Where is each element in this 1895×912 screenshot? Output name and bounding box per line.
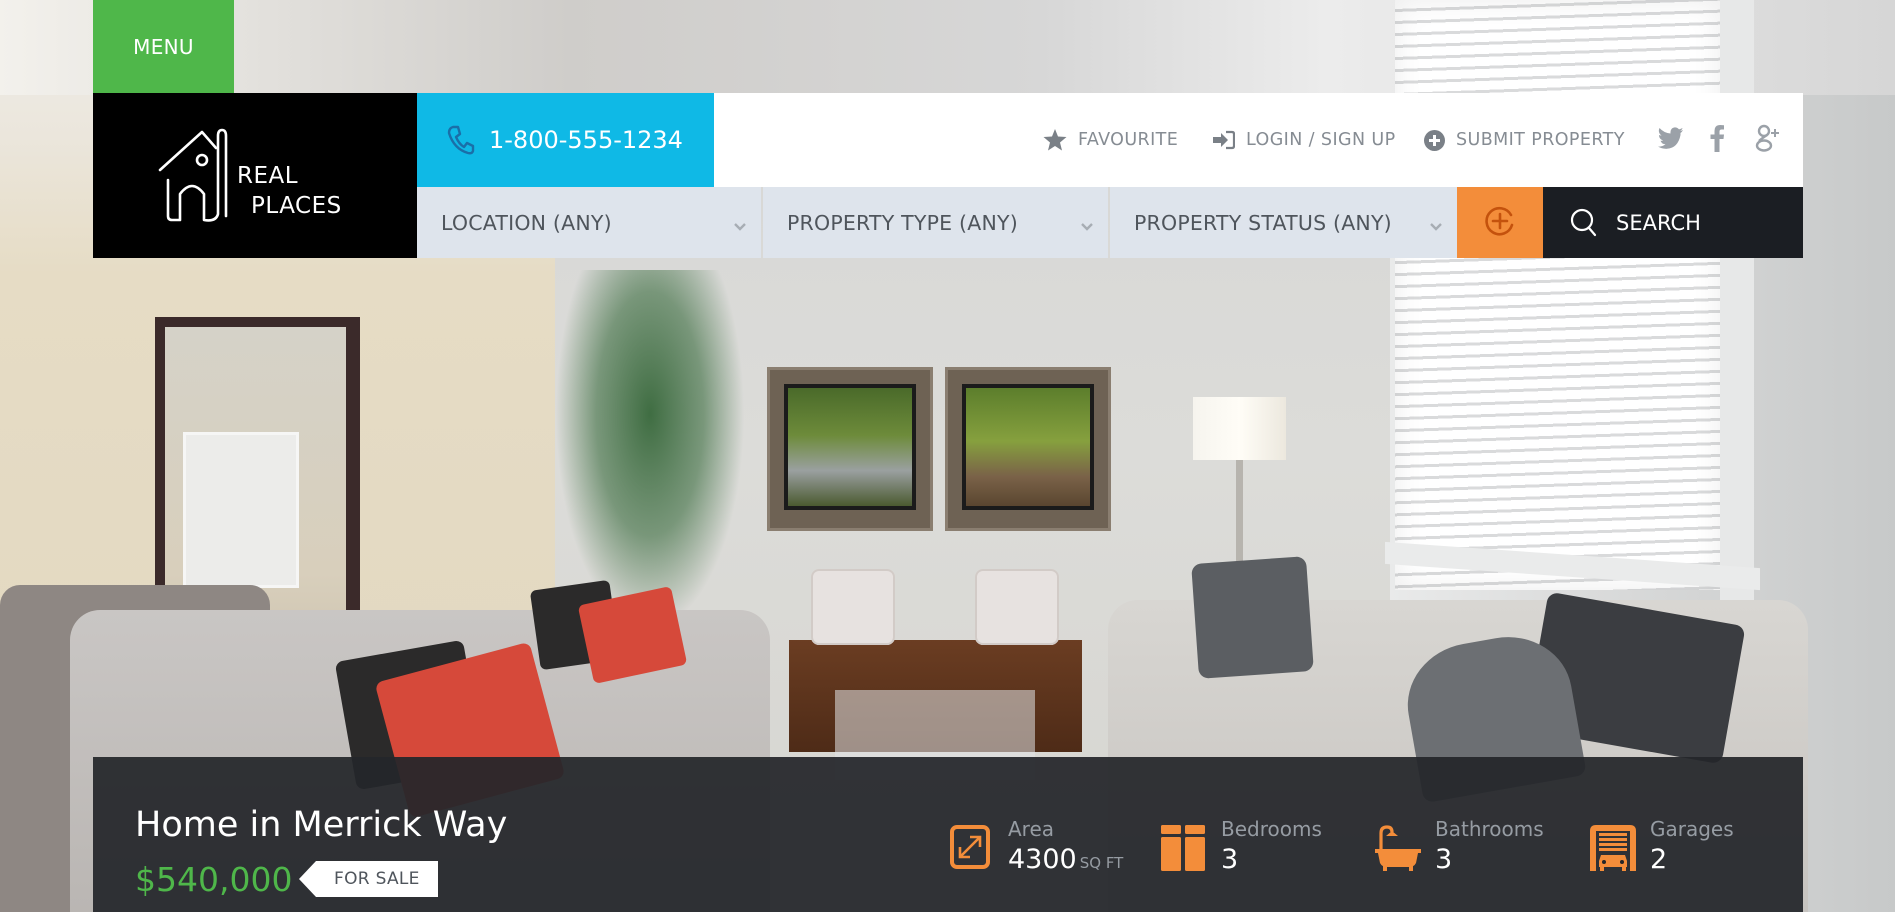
garages-value: 2 <box>1650 844 1668 875</box>
site-logo[interactable]: REAL PLACES <box>93 93 417 258</box>
login-signup-link[interactable]: LOGIN / SIGN UP <box>1213 93 1396 187</box>
chevron-down-icon <box>1429 213 1443 237</box>
bathtub-icon <box>1375 825 1421 875</box>
search-button-label: SEARCH <box>1616 210 1701 235</box>
area-value-wrap: 4300 SQ FT <box>1008 844 1123 875</box>
submit-property-link[interactable]: SUBMIT PROPERTY <box>1424 93 1625 187</box>
wall-art-forest <box>945 367 1111 531</box>
google-plus-link[interactable] <box>1754 93 1784 187</box>
bathrooms-label: Bathrooms <box>1435 817 1544 841</box>
plus-circle-icon <box>1424 129 1445 151</box>
chevron-down-icon <box>1080 213 1094 237</box>
menu-label: MENU <box>133 34 194 59</box>
area-icon <box>948 825 992 873</box>
favourite-label: FAVOURITE <box>1078 130 1179 150</box>
area-unit: SQ FT <box>1079 854 1124 872</box>
property-type-select[interactable]: PROPERTY TYPE (ANY) <box>763 187 1108 258</box>
logo-text-line2: PLACES <box>251 193 342 219</box>
menu-button[interactable]: MENU <box>93 0 234 93</box>
status-badge: FOR SALE <box>299 861 438 897</box>
phone-number-text: 1-800-555-1234 <box>489 126 683 154</box>
plus-circle-icon <box>1484 205 1516 241</box>
cushion <box>1191 556 1314 679</box>
favourite-link[interactable]: FAVOURITE <box>1043 93 1178 187</box>
top-bar: FAVOURITE LOGIN / SIGN UP SUBMIT PROPERT… <box>714 93 1803 187</box>
phone-number[interactable]: 1-800-555-1234 <box>417 93 714 187</box>
search-button[interactable]: SEARCH <box>1543 187 1803 258</box>
property-status-select[interactable]: PROPERTY STATUS (ANY) <box>1110 187 1457 258</box>
twitter-link[interactable] <box>1658 93 1684 187</box>
status-badge-label: FOR SALE <box>316 861 438 897</box>
bed-icon <box>1161 825 1205 875</box>
property-title[interactable]: Home in Merrick Way <box>135 805 507 845</box>
star-icon <box>1043 129 1067 151</box>
advanced-search-button[interactable] <box>1457 187 1543 258</box>
bedrooms-label: Bedrooms <box>1221 817 1322 841</box>
floor-lamp-shade <box>1193 397 1286 460</box>
status-badge-arrow <box>299 861 316 897</box>
wall-art-waterfall <box>767 367 933 531</box>
property-summary-bar: Home in Merrick Way $540,000 FOR SALE Ar… <box>93 757 1803 912</box>
twitter-icon <box>1658 127 1684 153</box>
facebook-link[interactable] <box>1709 93 1725 187</box>
logo-text-line1: REAL <box>237 163 299 189</box>
window-blinds <box>1395 0 1720 590</box>
search-icon <box>1570 208 1598 238</box>
chevron-down-icon <box>733 213 747 237</box>
sign-in-icon <box>1213 130 1235 150</box>
plant <box>555 270 745 630</box>
mirror-reflection-door <box>183 432 299 588</box>
area-value: 4300 <box>1008 844 1077 875</box>
property-type-select-value: PROPERTY TYPE (ANY) <box>787 210 1018 235</box>
cushion <box>975 569 1059 645</box>
facebook-icon <box>1709 124 1725 156</box>
google-plus-icon <box>1754 123 1784 157</box>
bathrooms-value: 3 <box>1435 844 1453 875</box>
phone-icon <box>447 125 475 155</box>
bedrooms-value: 3 <box>1221 844 1239 875</box>
login-signup-label: LOGIN / SIGN UP <box>1246 130 1396 150</box>
submit-property-label: SUBMIT PROPERTY <box>1456 130 1625 150</box>
house-logo-icon <box>158 128 228 222</box>
garages-label: Garages <box>1650 817 1734 841</box>
location-select[interactable]: LOCATION (ANY) <box>417 187 761 258</box>
garage-icon <box>1590 825 1636 875</box>
property-status-select-value: PROPERTY STATUS (ANY) <box>1134 210 1392 235</box>
area-label: Area <box>1008 817 1055 841</box>
location-select-value: LOCATION (ANY) <box>441 210 612 235</box>
cushion <box>811 569 895 645</box>
property-price: $540,000 <box>135 860 293 899</box>
